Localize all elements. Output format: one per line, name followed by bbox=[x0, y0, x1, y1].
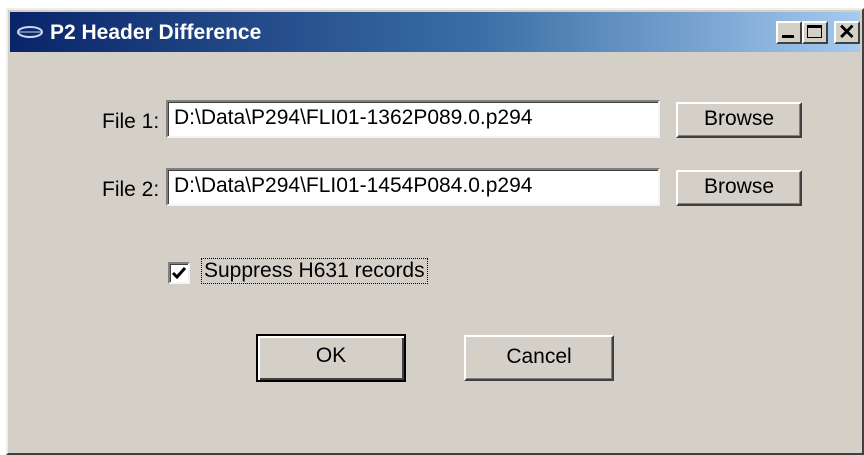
file2-browse-button[interactable]: Browse bbox=[676, 170, 802, 206]
file2-label: File 2: bbox=[102, 178, 160, 201]
minimize-button[interactable] bbox=[776, 21, 802, 44]
close-icon: ✕ bbox=[838, 21, 856, 44]
checkmark-icon bbox=[171, 267, 187, 280]
window-title: P2 Header Difference bbox=[50, 21, 262, 44]
app-icon bbox=[16, 24, 44, 40]
close-button[interactable]: ✕ bbox=[834, 21, 860, 44]
minimize-icon bbox=[782, 35, 794, 38]
ok-button[interactable]: OK bbox=[256, 334, 406, 382]
maximize-icon bbox=[807, 25, 822, 38]
maximize-button[interactable] bbox=[802, 21, 828, 44]
title-bar[interactable]: P2 Header Difference ✕ bbox=[10, 12, 860, 52]
suppress-records-label[interactable]: Suppress H631 records bbox=[201, 258, 428, 284]
file1-label: File 1: bbox=[102, 110, 160, 133]
file2-path-input[interactable]: D:\Data\P294\FLI01-1454P084.0.p294 bbox=[166, 168, 660, 206]
dialog-window: P2 Header Difference ✕ bbox=[6, 8, 864, 455]
suppress-records-checkbox[interactable] bbox=[168, 262, 190, 284]
file1-path-input[interactable]: D:\Data\P294\FLI01-1362P089.0.p294 bbox=[166, 100, 660, 138]
file1-browse-button[interactable]: Browse bbox=[676, 102, 802, 138]
cancel-button[interactable]: Cancel bbox=[464, 335, 614, 381]
